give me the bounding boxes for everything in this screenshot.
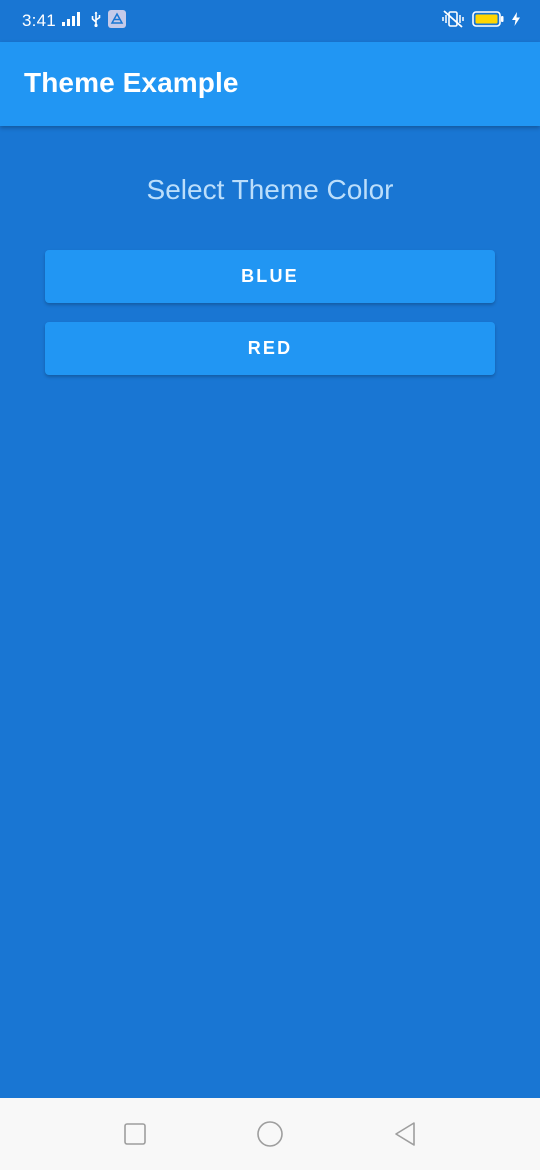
charging-icon <box>512 11 520 31</box>
red-theme-button[interactable]: RED <box>45 322 495 375</box>
battery-icon <box>472 10 504 32</box>
system-nav-bar <box>0 1098 540 1170</box>
recents-square-icon[interactable] <box>115 1114 155 1154</box>
main-content: Select Theme Color BLUE RED <box>0 126 540 1098</box>
home-circle-icon[interactable] <box>250 1114 290 1154</box>
status-left: 3:41 <box>22 0 126 42</box>
app-title: Theme Example <box>24 67 239 98</box>
back-triangle-icon[interactable] <box>385 1114 425 1154</box>
status-time: 3:41 <box>22 11 56 30</box>
status-bar: 3:41 <box>0 0 540 42</box>
usb-icon <box>90 11 102 32</box>
blue-theme-button[interactable]: BLUE <box>45 250 495 303</box>
select-theme-heading: Select Theme Color <box>146 174 394 205</box>
status-right <box>442 0 520 42</box>
vibrate-icon <box>442 9 464 33</box>
notification-app-icon <box>107 9 126 33</box>
app-bar: Theme Example <box>0 42 540 126</box>
signal-icon <box>61 11 84 31</box>
